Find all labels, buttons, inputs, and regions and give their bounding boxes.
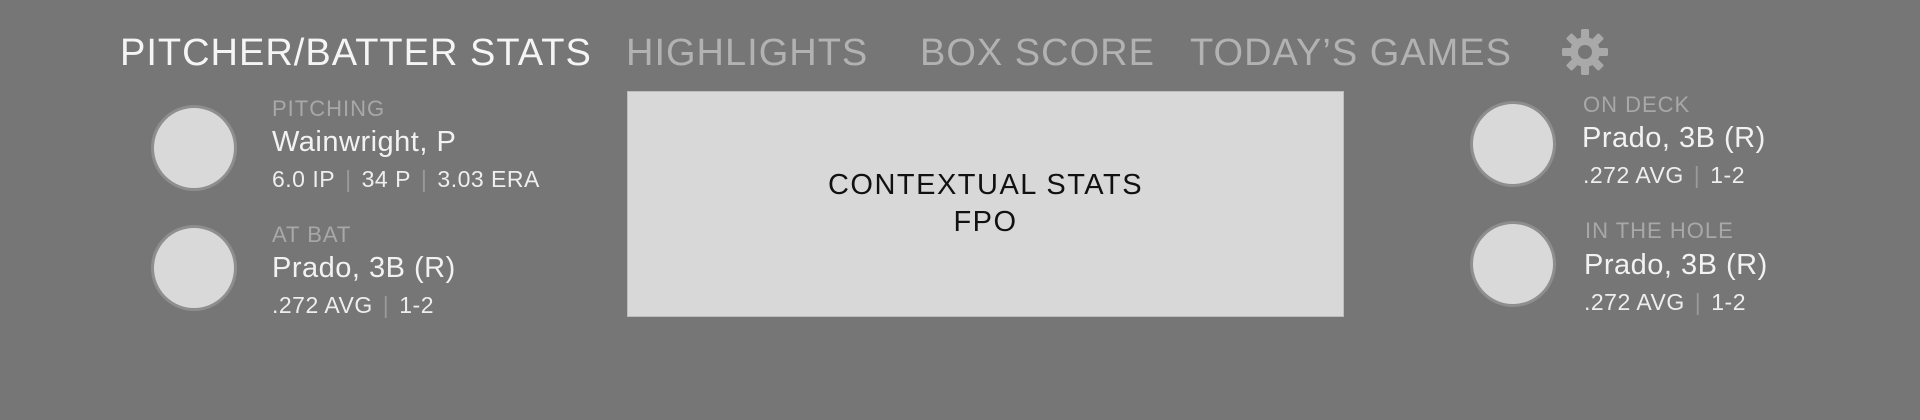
- pitcher-avatar[interactable]: [151, 105, 237, 191]
- on-deck-stats: .272 AVG | 1-2: [1583, 162, 1745, 189]
- pitcher-name: Wainwright, P: [272, 126, 457, 158]
- nav-tabs: PITCHER/BATTER STATS HIGHLIGHTS BOX SCOR…: [0, 28, 1920, 78]
- stat-divider: |: [1694, 289, 1702, 315]
- on-deck-average: .272 AVG: [1583, 162, 1684, 188]
- contextual-stats-title: CONTEXTUAL STATS: [827, 169, 1144, 201]
- pitcher-innings-pitched: 6.0 IP: [272, 166, 336, 192]
- pitcher-pitch-count: 34 P: [361, 166, 411, 192]
- tab-todays-games[interactable]: TODAY’S GAMES: [1190, 28, 1512, 78]
- batter-average: .272 AVG: [272, 292, 373, 318]
- in-the-hole-stats: .272 AVG | 1-2: [1584, 289, 1746, 316]
- contextual-stats-panel: CONTEXTUAL STATS FPO: [627, 91, 1344, 317]
- in-the-hole-average: .272 AVG: [1584, 289, 1685, 315]
- batter-name: Prado, 3B (R): [272, 252, 456, 284]
- tab-pitcher-batter-stats[interactable]: PITCHER/BATTER STATS: [120, 28, 592, 78]
- batter-hits: 1-2: [399, 292, 434, 318]
- in-the-hole-role-label: IN THE HOLE: [1585, 218, 1734, 243]
- stat-divider: |: [420, 166, 428, 192]
- batter-stats: .272 AVG | 1-2: [272, 292, 434, 319]
- stat-divider: |: [345, 166, 352, 192]
- in-the-hole-avatar[interactable]: [1470, 221, 1556, 307]
- batter-avatar[interactable]: [151, 225, 237, 311]
- pitcher-stats: 6.0 IP | 34 P | 3.03 ERA: [272, 166, 540, 193]
- on-deck-avatar[interactable]: [1470, 101, 1556, 187]
- pitcher-era: 3.03 ERA: [437, 166, 540, 192]
- pitching-role-label: PITCHING: [272, 96, 386, 121]
- stat-divider: |: [382, 292, 390, 318]
- tab-box-score[interactable]: BOX SCORE: [920, 28, 1155, 78]
- on-deck-hits: 1-2: [1710, 162, 1745, 188]
- in-the-hole-name: Prado, 3B (R): [1584, 249, 1768, 281]
- contextual-stats-fpo: FPO: [953, 206, 1018, 238]
- stat-divider: |: [1693, 162, 1701, 188]
- on-deck-name: Prado, 3B (R): [1582, 122, 1766, 154]
- tab-highlights[interactable]: HIGHLIGHTS: [626, 28, 868, 78]
- gear-icon[interactable]: [1561, 28, 1609, 76]
- in-the-hole-hits: 1-2: [1711, 289, 1746, 315]
- at-bat-role-label: AT BAT: [272, 222, 352, 247]
- on-deck-role-label: ON DECK: [1583, 92, 1691, 117]
